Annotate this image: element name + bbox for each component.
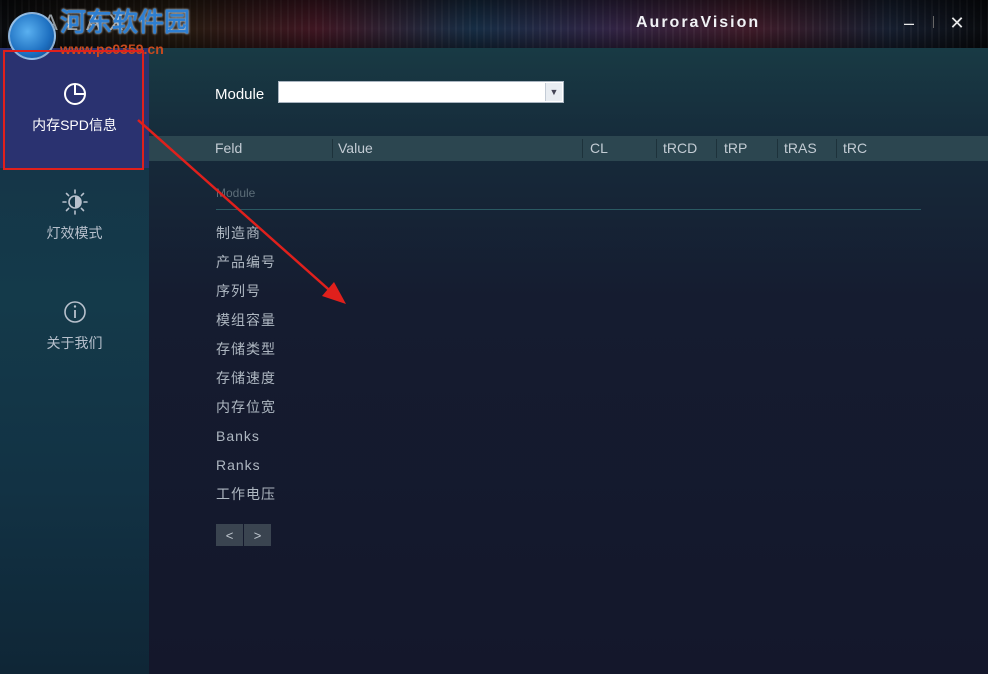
watermark-logo-icon	[8, 12, 56, 60]
close-button[interactable]: ✕	[944, 10, 970, 36]
pager: < >	[216, 524, 271, 546]
column-header-trcd: tRCD	[663, 140, 698, 156]
row-label-banks: Banks	[216, 428, 260, 444]
column-header-trc: tRC	[843, 140, 868, 156]
row-label-memory-type: 存储类型	[216, 341, 276, 357]
sidebar-item-about-us[interactable]: 关于我们	[0, 266, 149, 386]
watermark-url: www.pc0359.cn	[60, 40, 164, 57]
row-label-serial-number: 序列号	[216, 283, 261, 299]
minimize-icon: –	[903, 12, 914, 33]
chevron-down-icon[interactable]: ▼	[545, 83, 562, 101]
column-divider	[582, 139, 583, 158]
sidebar-item-label: 关于我们	[46, 335, 103, 351]
column-header-trp: tRP	[724, 140, 748, 156]
aurora-vision-logo: AuroraVision	[636, 14, 761, 31]
info-icon	[63, 301, 86, 323]
column-header-feld: Feld	[215, 140, 243, 156]
watermark-title: 河东软件园	[60, 6, 191, 37]
column-divider	[777, 139, 778, 158]
column-header-value: Value	[338, 140, 373, 156]
prev-page-button[interactable]: <	[216, 524, 243, 546]
sidebar-item-lighting-mode[interactable]: 灯效模式	[0, 156, 149, 276]
chevron-right-icon: >	[253, 527, 262, 543]
table-header: Feld Value CL tRCD tRP tRAS tRC	[149, 136, 988, 161]
column-header-cl: CL	[590, 140, 608, 156]
pie-chart-icon	[63, 83, 86, 105]
row-label-part-number: 产品编号	[216, 254, 276, 270]
close-icon: ✕	[949, 12, 965, 33]
column-divider	[836, 139, 837, 158]
module-label: Module	[215, 86, 265, 103]
brightness-icon	[61, 189, 88, 215]
minimize-button[interactable]: –	[896, 10, 922, 36]
column-divider	[716, 139, 717, 158]
sidebar-item-spd-info[interactable]: 内存SPD信息	[0, 48, 149, 168]
main-panel: Module ▼ Feld Value CL tRCD tRP tRAS tRC…	[149, 48, 988, 674]
sidebar: 内存SPD信息 灯效模式 关于我们	[0, 48, 149, 674]
column-header-tras: tRAS	[784, 140, 817, 156]
watermark: 河东软件园 www.pc0359.cn	[8, 7, 190, 60]
section-divider	[216, 209, 921, 210]
module-dropdown[interactable]: ▼	[278, 81, 564, 103]
row-label-ranks: Ranks	[216, 457, 261, 473]
row-label-voltage: 工作电压	[216, 486, 276, 502]
sidebar-item-label: 内存SPD信息	[32, 117, 117, 133]
column-divider	[656, 139, 657, 158]
title-separator	[933, 16, 934, 28]
next-page-button[interactable]: >	[244, 524, 271, 546]
section-title-module: Module	[216, 186, 256, 200]
row-label-manufacturer: 制造商	[216, 225, 261, 241]
row-label-module-capacity: 模组容量	[216, 312, 276, 328]
sidebar-item-label: 灯效模式	[46, 225, 103, 241]
column-divider	[332, 139, 333, 158]
chevron-left-icon: <	[225, 527, 234, 543]
row-label-bus-width: 内存位宽	[216, 399, 276, 415]
row-label-memory-speed: 存储速度	[216, 370, 276, 386]
